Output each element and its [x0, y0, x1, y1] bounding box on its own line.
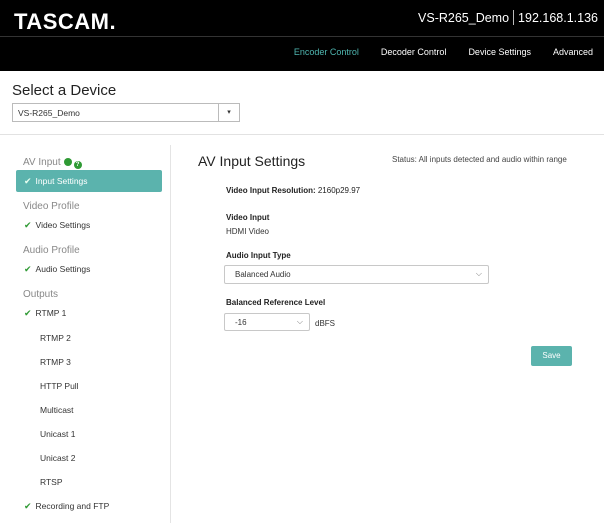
check-icon: ✔	[24, 307, 32, 318]
status-text: Status: All inputs detected and audio wi…	[392, 155, 567, 164]
caret-down-icon: ▾	[227, 109, 231, 116]
device-select[interactable]: VS-R265_Demo	[12, 103, 219, 122]
audio-input-type-value: Balanced Audio	[235, 270, 291, 279]
sidebar-group-audio-profile: Audio Profile	[23, 245, 80, 256]
save-button[interactable]: Save	[531, 346, 572, 366]
sidebar-item-http-pull[interactable]: HTTP Pull	[16, 375, 162, 397]
sidebar-item-unicast2[interactable]: Unicast 2	[16, 447, 162, 469]
device-name: VS-R265_Demo	[418, 11, 510, 25]
sidebar-item-rtmp1[interactable]: ✔ RTMP 1	[16, 302, 162, 324]
main-nav: Encoder Control Decoder Control Device S…	[283, 47, 604, 57]
sidebar-item-unicast1[interactable]: Unicast 1	[16, 423, 162, 445]
sidebar-item-multicast[interactable]: Multicast	[16, 399, 162, 421]
header-divider	[0, 36, 604, 37]
balanced-reference-level-value: -16	[235, 318, 247, 327]
video-input-resolution-row: Video Input Resolution: 2160p29.97	[226, 186, 360, 195]
nav-encoder-control[interactable]: Encoder Control	[283, 47, 370, 57]
help-icon[interactable]: ?	[73, 161, 82, 169]
sidebar-item-rtsp[interactable]: RTSP	[16, 471, 162, 493]
audio-input-type-select[interactable]: Balanced Audio ⌵	[224, 265, 489, 284]
page-divider	[0, 134, 604, 135]
video-input-resolution-value: 2160p29.97	[317, 186, 361, 195]
sidebar-divider	[170, 145, 171, 523]
chevron-down-icon: ⌵	[296, 317, 303, 326]
sidebar-group-video-profile: Video Profile	[23, 201, 80, 212]
sidebar-item-input-settings[interactable]: ✔ Input Settings	[16, 170, 162, 192]
sidebar-item-video-settings[interactable]: ✔ Video Settings	[16, 214, 162, 236]
check-icon: ✔	[24, 175, 32, 186]
check-icon: ✔	[24, 500, 32, 511]
status-ok-dot-icon	[63, 158, 72, 166]
separator	[513, 10, 515, 25]
video-input-value: HDMI Video	[226, 227, 269, 236]
device-select-dropdown-button[interactable]: ▾	[218, 103, 240, 122]
sidebar-item-recording-ftp[interactable]: ✔ Recording and FTP	[16, 495, 162, 517]
select-device-title: Select a Device	[12, 82, 117, 99]
device-identity: VS-R265_Demo 192.168.1.136	[418, 10, 598, 25]
ip-address: 192.168.1.136	[518, 11, 598, 25]
top-bar: TASCAM. VS-R265_Demo 192.168.1.136 Encode…	[0, 0, 604, 71]
sidebar-item-rtmp3[interactable]: RTMP 3	[16, 351, 162, 373]
chevron-down-icon: ⌵	[475, 269, 482, 278]
nav-device-settings[interactable]: Device Settings	[457, 47, 542, 57]
sidebar-item-rtmp2[interactable]: RTMP 2	[16, 327, 162, 349]
tascam-logo: TASCAM.	[14, 9, 117, 34]
balanced-reference-level-select[interactable]: -16 ⌵	[224, 313, 310, 331]
video-input-label: Video Input	[226, 213, 270, 222]
dbfs-unit-label: dBFS	[315, 319, 336, 328]
sidebar-item-audio-settings[interactable]: ✔ Audio Settings	[16, 258, 162, 280]
page-title: AV Input Settings	[198, 153, 306, 169]
nav-advanced[interactable]: Advanced	[542, 47, 604, 57]
check-icon: ✔	[24, 263, 32, 274]
check-icon: ✔	[24, 219, 32, 230]
video-input-resolution-label: Video Input Resolution:	[226, 186, 316, 195]
balanced-reference-level-label: Balanced Reference Level	[226, 298, 326, 307]
nav-decoder-control[interactable]: Decoder Control	[370, 47, 458, 57]
audio-input-type-label: Audio Input Type	[226, 251, 291, 260]
sidebar-group-av-input: AV Input?	[23, 157, 82, 169]
sidebar-group-outputs: Outputs	[23, 289, 59, 300]
